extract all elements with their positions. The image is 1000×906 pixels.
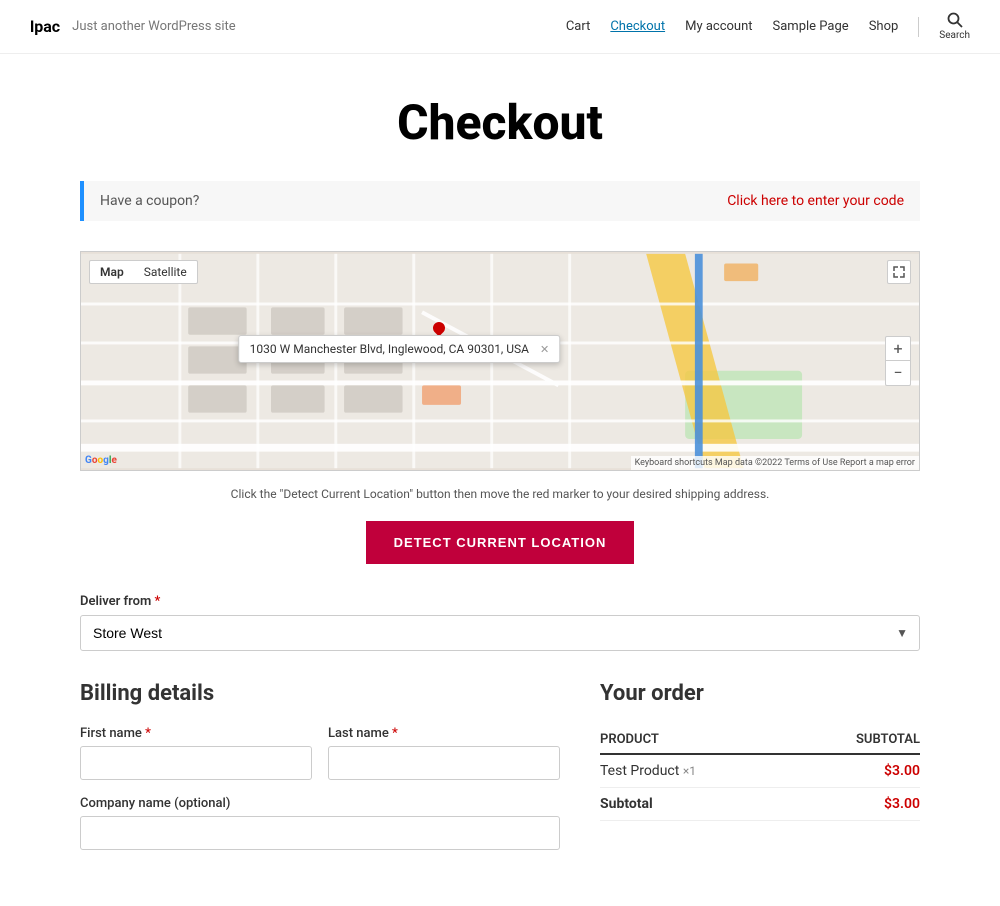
company-input[interactable]	[80, 816, 560, 850]
nav-samplepage[interactable]: Sample Page	[773, 19, 849, 34]
deliver-from-select-wrapper: Store West Store East Store North ▼	[80, 615, 920, 651]
map-expand-button[interactable]	[887, 260, 911, 284]
order-subtotal-row: Subtotal $3.00	[600, 788, 920, 821]
order-col-product: PRODUCT	[600, 726, 792, 754]
order-item-qty: ×1	[683, 764, 696, 778]
order-subtotal-label: Subtotal	[600, 788, 792, 821]
nav-divider	[918, 17, 919, 37]
first-name-field: First name *	[80, 726, 312, 780]
first-name-input[interactable]	[80, 746, 312, 780]
order-item-row: Test Product ×1 $3.00	[600, 754, 920, 788]
map-zoom-out[interactable]: −	[886, 361, 910, 385]
page-title: Checkout	[20, 94, 980, 151]
first-name-label: First name *	[80, 726, 312, 741]
billing-section: Billing details First name * Last name *…	[80, 681, 560, 866]
detect-location-button[interactable]: DETECT CURRENT LOCATION	[366, 521, 635, 564]
billing-title: Billing details	[80, 681, 560, 706]
search-icon	[947, 12, 963, 28]
map-tab-map[interactable]: Map	[90, 261, 134, 283]
map-popup-address: 1030 W Manchester Blvd, Inglewood, CA 90…	[250, 342, 529, 356]
order-table: PRODUCT SUBTOTAL Test Product ×1 $3.00 S…	[600, 726, 920, 821]
expand-icon	[893, 266, 905, 278]
name-row: First name * Last name *	[80, 726, 560, 796]
map-attribution: Keyboard shortcuts Map data ©2022 Terms …	[631, 456, 919, 470]
map-tabs: Map Satellite	[89, 260, 198, 284]
main-content: Have a coupon? Click here to enter your …	[50, 181, 950, 906]
last-name-field: Last name *	[328, 726, 560, 780]
search-button[interactable]: Search	[939, 12, 970, 41]
map-container[interactable]: Map Satellite 1030 W Manchester Blvd, In…	[80, 251, 920, 471]
map-instruction: Click the "Detect Current Location" butt…	[80, 487, 920, 501]
coupon-bar: Have a coupon? Click here to enter your …	[80, 181, 920, 221]
deliver-from-section: Deliver from * Store West Store East Sto…	[80, 594, 920, 651]
last-name-label: Last name *	[328, 726, 560, 741]
coupon-text: Have a coupon?	[100, 193, 199, 209]
map-zoom-controls: + −	[885, 336, 911, 386]
order-col-subtotal: SUBTOTAL	[792, 726, 920, 754]
last-name-input[interactable]	[328, 746, 560, 780]
nav-shop[interactable]: Shop	[869, 19, 899, 34]
map-popup: 1030 W Manchester Blvd, Inglewood, CA 90…	[239, 335, 561, 363]
page-title-section: Checkout	[0, 54, 1000, 181]
company-label: Company name (optional)	[80, 796, 560, 811]
deliver-from-label: Deliver from *	[80, 594, 920, 609]
checkout-columns: Billing details First name * Last name *…	[80, 681, 920, 866]
detect-btn-wrapper: DETECT CURRENT LOCATION	[80, 521, 920, 564]
site-name[interactable]: lpac	[30, 17, 60, 36]
order-item-price: $3.00	[792, 754, 920, 788]
map-popup-close[interactable]: ✕	[540, 343, 549, 356]
order-item-name: Test Product ×1	[600, 754, 792, 788]
company-field: Company name (optional)	[80, 796, 560, 850]
order-section: Your order PRODUCT SUBTOTAL Test Product…	[600, 681, 920, 837]
deliver-from-select[interactable]: Store West Store East Store North	[80, 615, 920, 651]
map-section: Map Satellite 1030 W Manchester Blvd, In…	[80, 251, 920, 471]
order-title: Your order	[600, 681, 920, 706]
order-subtotal-value: $3.00	[792, 788, 920, 821]
nav-myaccount[interactable]: My account	[685, 19, 752, 34]
search-label: Search	[939, 30, 970, 41]
map-tab-satellite[interactable]: Satellite	[134, 261, 197, 283]
map-zoom-in[interactable]: +	[886, 337, 910, 361]
map-google-logo: Google	[85, 455, 117, 466]
nav-cart[interactable]: Cart	[566, 19, 591, 34]
site-header: lpac Just another WordPress site Cart Ch…	[0, 0, 1000, 54]
coupon-link[interactable]: Click here to enter your code	[727, 193, 904, 209]
site-tagline: Just another WordPress site	[72, 19, 236, 34]
nav-checkout[interactable]: Checkout	[610, 19, 665, 34]
